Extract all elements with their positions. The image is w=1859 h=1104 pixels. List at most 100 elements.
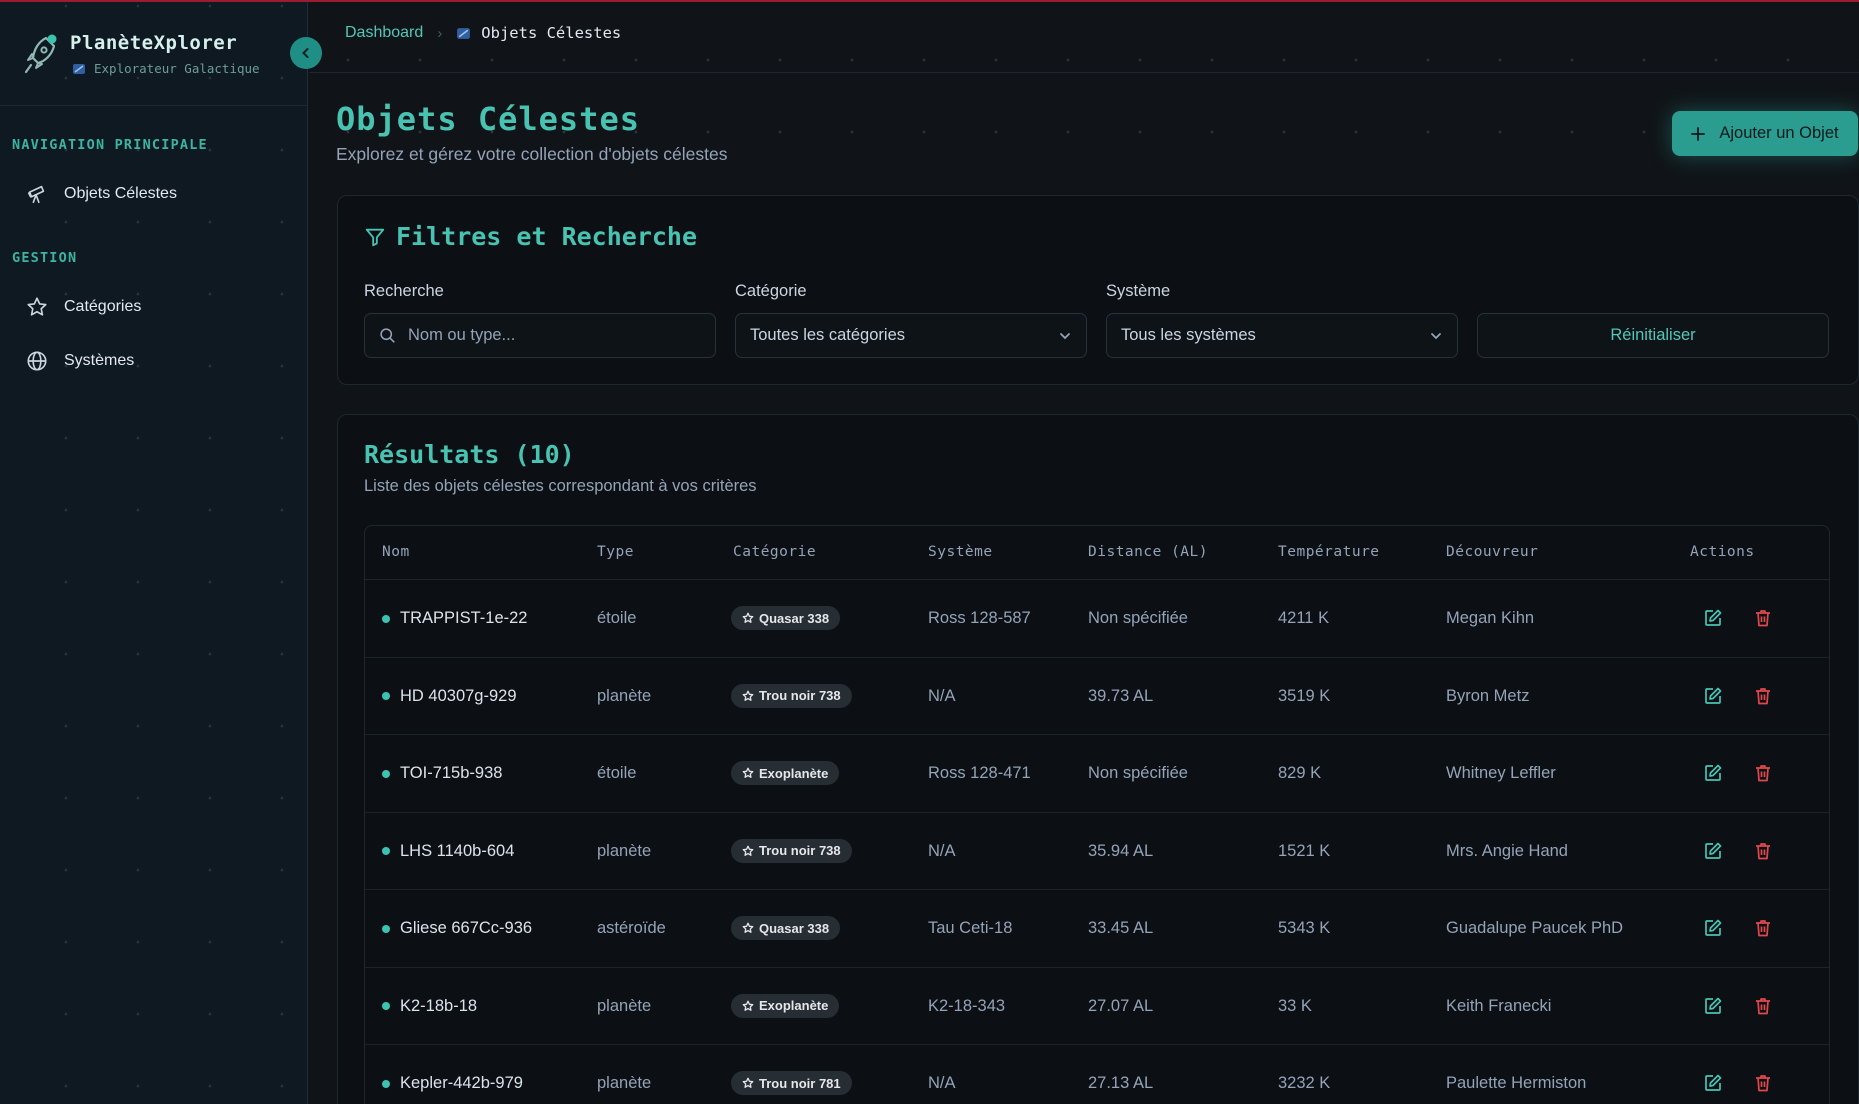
edit-icon[interactable] — [1703, 686, 1723, 706]
header-divider — [309, 72, 1859, 73]
category-badge: Exoplanète — [731, 761, 840, 785]
object-name-cell: K2-18b-18 — [382, 997, 477, 1016]
search-input[interactable]: Nom ou type... — [364, 313, 716, 358]
object-temperature-cell: 4211 K — [1278, 609, 1330, 627]
object-discoverer-cell: Megan Kihn — [1446, 609, 1535, 627]
brand-header: PlanèteXplorer Explorateur Galactique — [0, 2, 308, 106]
object-temperature-cell: 829 K — [1278, 764, 1322, 782]
search-placeholder: Nom ou type... — [408, 326, 516, 344]
table-row[interactable]: TOI-715b-938 étoile Exoplanète Ross 128-… — [365, 735, 1829, 813]
column-header-temperature[interactable]: Température — [1278, 544, 1380, 560]
object-system-cell: N/A — [928, 1074, 956, 1092]
object-name: K2-18b-18 — [400, 996, 478, 1015]
column-header-actions: Actions — [1690, 544, 1755, 560]
star-icon — [27, 297, 47, 316]
object-type-cell: planète — [597, 996, 652, 1015]
edit-icon[interactable] — [1703, 996, 1723, 1016]
object-type-cell: étoile — [597, 764, 637, 782]
status-dot — [382, 614, 390, 623]
star-icon — [742, 1077, 754, 1088]
object-system-cell: Ross 128-471 — [928, 764, 1031, 782]
column-header-categorie[interactable]: Catégorie — [733, 544, 816, 560]
object-name-cell: TOI-715b-938 — [382, 764, 502, 783]
edit-icon[interactable] — [1703, 608, 1723, 628]
filter-icon — [365, 228, 385, 246]
delete-icon[interactable] — [1753, 686, 1773, 706]
object-system-cell: Tau Ceti-18 — [928, 919, 1013, 937]
star-icon — [742, 767, 754, 778]
object-name: TRAPPIST-1e-22 — [400, 609, 528, 627]
object-temperature-cell: 5343 K — [1278, 919, 1331, 937]
sidebar-item-categories[interactable]: Catégories — [12, 285, 296, 329]
table-body: TRAPPIST-1e-22 étoile Quasar 338 Ross 12… — [365, 580, 1829, 1104]
chevron-down-icon — [1060, 332, 1070, 339]
object-discoverer-cell: Mrs. Angie Hand — [1446, 841, 1568, 860]
telescope-icon — [27, 185, 45, 204]
star-icon — [742, 922, 754, 933]
collapse-sidebar-button[interactable] — [290, 37, 322, 69]
results-subtitle: Liste des objets célestes correspondant … — [364, 477, 757, 495]
add-object-button[interactable]: Ajouter un Objet — [1672, 111, 1858, 156]
delete-icon[interactable] — [1753, 608, 1773, 628]
edit-icon[interactable] — [1703, 841, 1723, 861]
status-dot — [382, 847, 390, 855]
status-dot — [382, 1002, 390, 1010]
results-card: Résultats (10) Liste des objets célestes… — [337, 414, 1859, 1104]
sidebar-item-objets-celestes[interactable]: Objets Célestes — [12, 172, 296, 216]
table-row[interactable]: K2-18b-18 planète Exoplanète K2-18-343 2… — [365, 968, 1829, 1045]
brand-name: PlanèteXplorer — [70, 32, 238, 54]
category-select[interactable]: Toutes les catégories — [735, 313, 1087, 358]
category-badge: Quasar 338 — [731, 606, 841, 630]
category-label: Catégorie — [735, 282, 807, 300]
system-select[interactable]: Tous les systèmes — [1106, 313, 1458, 358]
object-name-cell: Kepler-442b-979 — [382, 1074, 523, 1093]
table-row[interactable]: TRAPPIST-1e-22 étoile Quasar 338 Ross 12… — [365, 580, 1829, 658]
system-select-value: Tous les systèmes — [1121, 326, 1256, 344]
column-header-distance[interactable]: Distance (AL) — [1088, 544, 1208, 560]
chevron-down-icon — [1431, 332, 1441, 339]
edit-icon[interactable] — [1703, 1073, 1723, 1093]
delete-icon[interactable] — [1753, 763, 1773, 783]
object-name-cell: HD 40307g-929 — [382, 687, 517, 706]
plus-icon — [1691, 126, 1706, 141]
status-dot — [382, 769, 390, 778]
object-name: Kepler-442b-979 — [400, 1074, 523, 1092]
sidebar-item-systemes[interactable]: Systèmes — [12, 339, 296, 383]
category-badge: Trou noir 738 — [731, 838, 852, 863]
filters-card: Filtres et Recherche Recherche Nom ou ty… — [337, 195, 1859, 385]
table-row[interactable]: Kepler-442b-979 planète Trou noir 781 N/… — [365, 1045, 1829, 1104]
search-icon — [380, 328, 395, 343]
object-temperature-cell: 33 K — [1278, 996, 1312, 1015]
breadcrumb-dashboard-link[interactable]: Dashboard — [345, 24, 423, 42]
filters-title: Filtres et Recherche — [364, 222, 697, 251]
table-row[interactable]: Gliese 667Cc-936 astéroïde Quasar 338 Ta… — [365, 890, 1829, 968]
column-header-decouvreur[interactable]: Découvreur — [1446, 544, 1538, 560]
sidebar: PlanèteXplorer Explorateur Galactique NA… — [0, 2, 308, 1104]
object-name-cell: TRAPPIST-1e-22 — [382, 609, 527, 628]
status-dot — [382, 924, 390, 933]
object-type-cell: planète — [597, 841, 652, 860]
delete-icon[interactable] — [1753, 918, 1773, 938]
object-temperature-cell: 3232 K — [1278, 1074, 1331, 1092]
category-badge: Quasar 338 — [731, 916, 841, 940]
reset-filters-button[interactable]: Réinitialiser — [1477, 313, 1829, 358]
column-header-systeme[interactable]: Système — [928, 544, 993, 560]
edit-icon[interactable] — [1703, 763, 1723, 783]
object-type-cell: étoile — [597, 609, 637, 627]
table-row[interactable]: HD 40307g-929 planète Trou noir 738 N/A … — [365, 658, 1829, 735]
object-distance-cell: 35.94 AL — [1088, 841, 1154, 860]
delete-icon[interactable] — [1753, 841, 1773, 861]
object-type-cell: planète — [597, 686, 652, 705]
category-badge: Trou noir 781 — [731, 1071, 852, 1095]
object-name: HD 40307g-929 — [400, 686, 517, 705]
column-header-nom[interactable]: Nom — [382, 544, 410, 560]
nav-section-title-gestion: GESTION — [12, 250, 78, 266]
table-row[interactable]: LHS 1140b-604 planète Trou noir 738 N/A … — [365, 813, 1829, 890]
delete-icon[interactable] — [1753, 1073, 1773, 1093]
object-discoverer-cell: Whitney Leffler — [1446, 764, 1556, 782]
edit-icon[interactable] — [1703, 918, 1723, 938]
column-header-type[interactable]: Type — [597, 544, 634, 560]
delete-icon[interactable] — [1753, 996, 1773, 1016]
object-name: TOI-715b-938 — [400, 764, 503, 782]
object-distance-cell: 27.13 AL — [1088, 1074, 1154, 1092]
